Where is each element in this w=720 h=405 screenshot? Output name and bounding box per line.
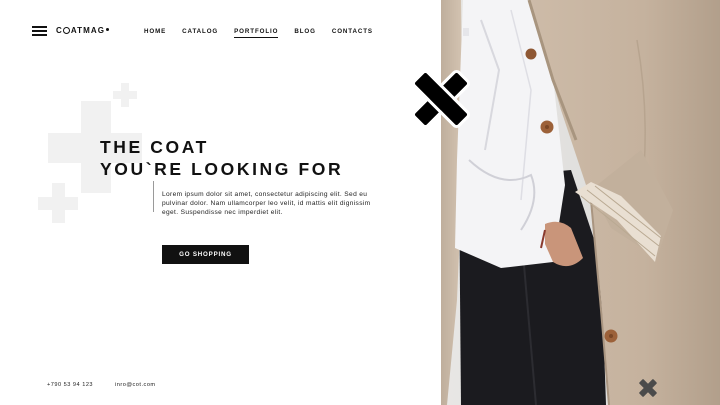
hero-description: Lorem ipsum dolor sit amet, consectetur … — [162, 191, 371, 217]
cross-decoration-icon — [414, 72, 468, 126]
go-shopping-button[interactable]: GO SHOPPING — [162, 245, 249, 264]
hero-title-line-1: THE COAT — [100, 137, 209, 157]
hamburger-menu-icon[interactable] — [32, 26, 47, 36]
model-in-coat-photo — [441, 0, 720, 405]
logo-o-ring — [63, 27, 71, 34]
hero-title-line-2: YOU`RE LOOKING FOR — [100, 159, 344, 179]
footer-phone-link[interactable]: +790 53 94 123 — [47, 382, 93, 388]
logo-letter-c: C — [56, 26, 63, 35]
nav-portfolio[interactable]: PORTFOLIO — [234, 28, 279, 38]
footer-email-link[interactable]: inro@cot.com — [115, 382, 156, 388]
nav-blog[interactable]: BLOG — [294, 28, 315, 38]
nav-catalog[interactable]: CATALOG — [182, 28, 218, 38]
brand-logo[interactable]: C ATMAG — [56, 26, 110, 35]
logo-dot — [106, 28, 110, 31]
nav-home[interactable]: HOME — [144, 28, 166, 38]
small-cross-decoration-icon — [639, 379, 657, 397]
hero-title: THE COAT YOU`RE LOOKING FOR — [100, 136, 343, 180]
main-navigation: HOME CATALOG PORTFOLIO BLOG CONTACTS — [144, 28, 389, 38]
hero-photo — [441, 0, 720, 405]
left-panel: C ATMAG HOME CATALOG PORTFOLIO BLOG CONTA… — [0, 0, 441, 405]
logo-text: ATMAG — [70, 26, 106, 35]
description-divider — [153, 181, 154, 212]
nav-contacts[interactable]: CONTACTS — [332, 28, 373, 38]
